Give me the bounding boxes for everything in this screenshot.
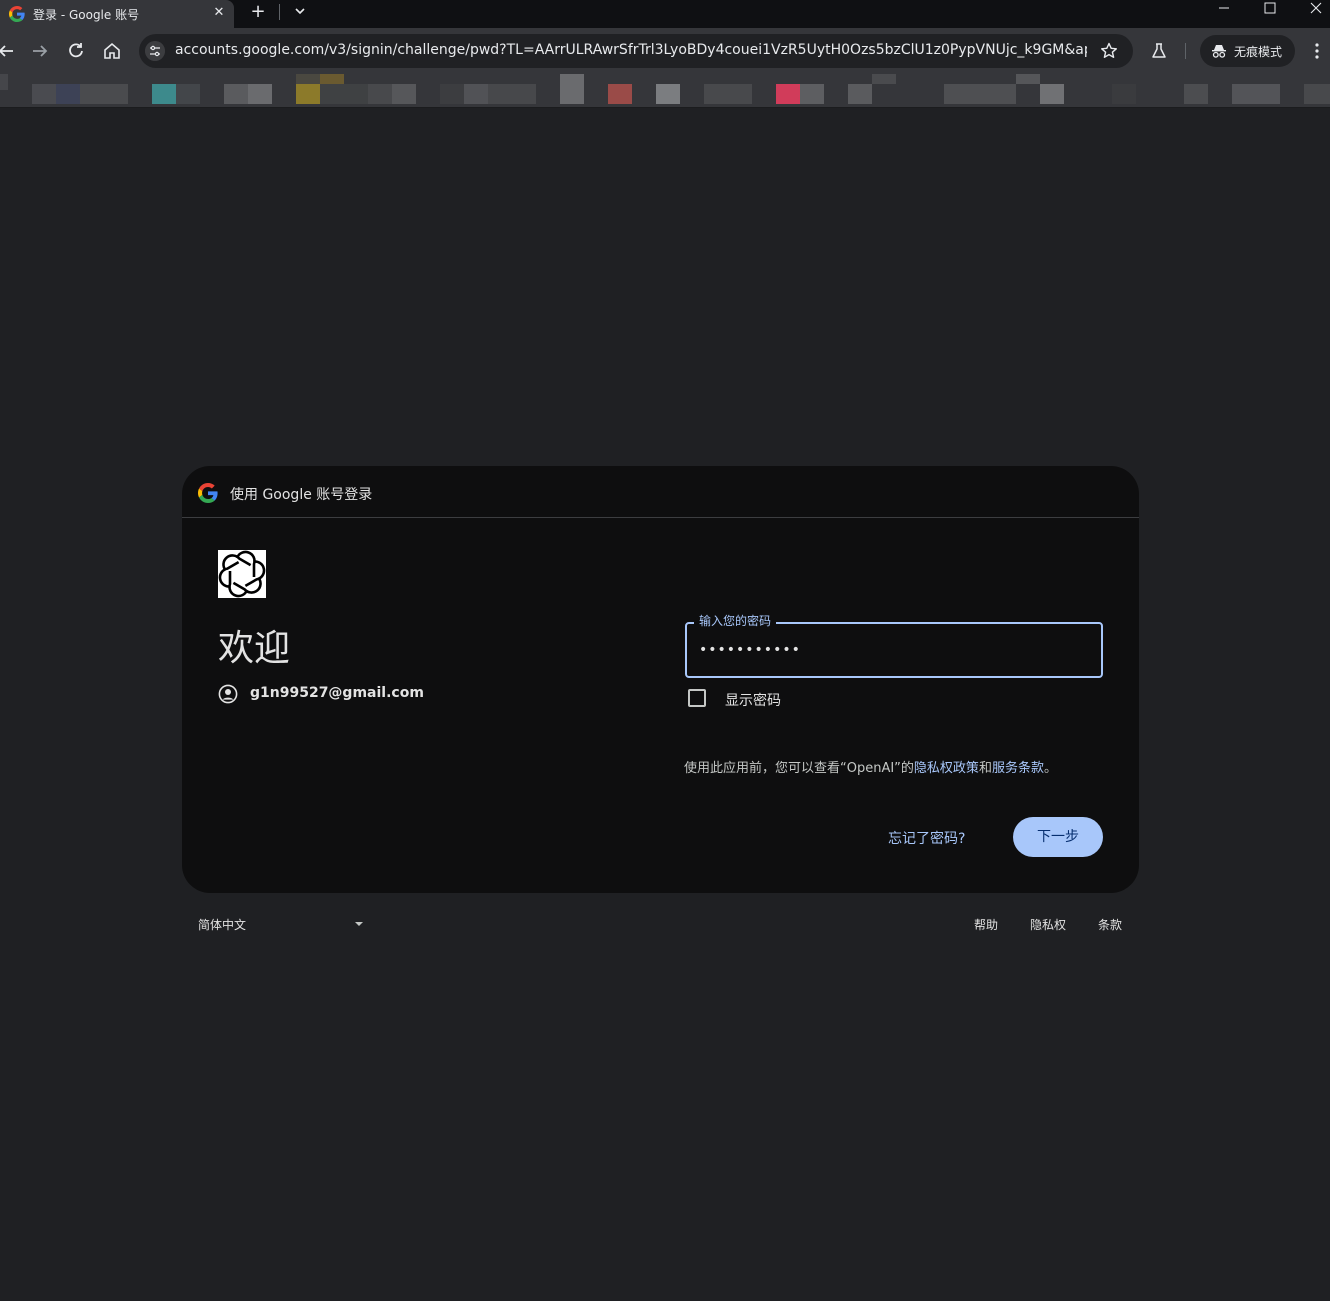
minimize-icon[interactable]: [1201, 0, 1247, 20]
tab-close-icon[interactable]: ✕: [211, 5, 227, 21]
policy-prefix: 使用此应用前，您可以查看“OpenAI”的: [684, 761, 914, 776]
incognito-label: 无痕模式: [1234, 45, 1283, 59]
google-icon: [9, 6, 25, 22]
policy-and: 和: [978, 761, 992, 776]
toolbar-divider: [1185, 43, 1186, 59]
terms-link[interactable]: 条款: [1098, 916, 1122, 933]
terms-of-service-link[interactable]: 服务条款: [992, 761, 1044, 776]
forward-icon[interactable]: [28, 39, 52, 63]
new-tab-icon[interactable]: +: [248, 1, 268, 23]
password-input[interactable]: [699, 639, 1089, 661]
incognito-icon: [1212, 45, 1226, 58]
window-close-icon[interactable]: [1293, 0, 1330, 20]
more-menu-icon[interactable]: [1307, 41, 1327, 61]
signin-card: 使用 Google 账号登录 欢迎 g1n99527@gmail.com 输入您…: [182, 466, 1139, 893]
reload-icon[interactable]: [64, 39, 88, 63]
password-label: 输入您的密码: [694, 612, 777, 629]
help-link[interactable]: 帮助: [974, 916, 998, 933]
privacy-link[interactable]: 隐私权: [1030, 916, 1066, 933]
tab-search-chevron-icon[interactable]: [291, 2, 309, 20]
language-select[interactable]: 简体中文: [198, 916, 246, 933]
account-email: g1n99527@gmail.com: [250, 685, 424, 701]
bookmark-star-icon[interactable]: [1099, 41, 1119, 61]
card-header-text: 使用 Google 账号登录: [230, 487, 373, 503]
browser-tab-active[interactable]: 登录 - Google 账号 ✕: [0, 0, 234, 28]
welcome-heading: 欢迎: [218, 628, 291, 669]
openai-logo-icon: [218, 550, 266, 598]
bookmarks-bar-pixelated: [0, 74, 1330, 108]
show-password-checkbox[interactable]: [688, 689, 706, 707]
home-icon[interactable]: [100, 39, 124, 63]
incognito-badge[interactable]: 无痕模式: [1200, 35, 1295, 67]
forgot-password-link[interactable]: 忘记了密码?: [888, 828, 965, 848]
google-logo-icon: [198, 483, 218, 503]
maximize-icon[interactable]: [1247, 0, 1293, 20]
back-icon[interactable]: [0, 39, 18, 63]
labs-flask-icon[interactable]: [1149, 41, 1169, 61]
site-info-icon[interactable]: [145, 41, 165, 61]
policy-suffix: 。: [1043, 761, 1057, 776]
policy-notice: 使用此应用前，您可以查看“OpenAI”的隐私权政策和服务条款。: [684, 757, 1057, 776]
privacy-policy-link[interactable]: 隐私权政策: [914, 761, 979, 776]
account-circle-icon: [218, 684, 238, 704]
next-button[interactable]: 下一步: [1013, 817, 1103, 857]
tab-strip: 登录 - Google 账号 ✕ +: [0, 0, 1330, 28]
show-password-label[interactable]: 显示密码: [725, 690, 781, 710]
tab-divider: [279, 4, 280, 20]
dropdown-caret-icon[interactable]: [355, 922, 363, 926]
tab-title: 登录 - Google 账号: [33, 8, 140, 22]
url-text[interactable]: accounts.google.com/v3/signin/challenge/…: [175, 42, 1087, 58]
card-header: 使用 Google 账号登录: [182, 466, 1139, 518]
